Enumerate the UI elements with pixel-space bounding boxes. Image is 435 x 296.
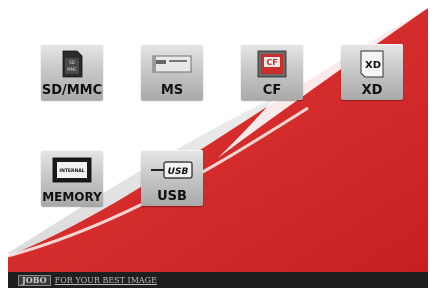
source-selection-screen: SD MMC SD/MMC MS CF CF XD XD INTERNAL ME… [8, 8, 428, 272]
memory-source-button[interactable]: INTERNAL MEMORY [41, 150, 103, 206]
cf-source-button[interactable]: CF CF [241, 44, 303, 100]
internal-icon-text: INTERNAL [59, 168, 84, 174]
xd-icon-text: XD [365, 60, 381, 71]
sd-card-icon: SD MMC [62, 50, 83, 78]
brand-logo: JOBO [18, 274, 51, 286]
internal-memory-icon: INTERNAL [52, 157, 92, 183]
memory-label: MEMORY [42, 190, 102, 204]
usb-icon-text: USB [168, 167, 189, 177]
usb-source-button[interactable]: USB USB [141, 150, 203, 206]
usb-icon: USB [151, 161, 193, 179]
device-screen-frame: SD MMC SD/MMC MS CF CF XD XD INTERNAL ME… [0, 0, 435, 296]
usb-label: USB [157, 189, 187, 204]
brand-tagline: FOR YOUR BEST IMAGE [54, 275, 157, 285]
sd-icon-text: SD [69, 60, 75, 65]
cf-label: CF [262, 83, 282, 98]
cf-icon-text: CF [266, 58, 277, 67]
memory-stick-icon [152, 55, 192, 73]
mmc-icon-text: MMC [67, 67, 77, 72]
ms-label: MS [160, 83, 184, 98]
xd-source-button[interactable]: XD XD [341, 44, 403, 100]
compact-flash-icon: CF [257, 50, 287, 78]
sd-mmc-source-button[interactable]: SD MMC SD/MMC [41, 44, 103, 100]
sd-mmc-label: SD/MMC [41, 83, 103, 98]
xd-label: XD [361, 83, 383, 98]
xd-card-icon: XD [360, 50, 384, 78]
ms-source-button[interactable]: MS [141, 44, 203, 100]
footer-bar: JOBO FOR YOUR BEST IMAGE [8, 272, 428, 288]
